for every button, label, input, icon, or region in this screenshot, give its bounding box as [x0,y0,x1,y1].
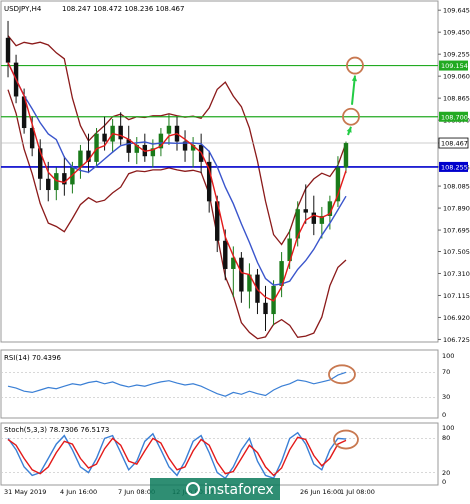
stoch-scale-100: 100 [442,424,454,432]
price-tick-label: 107.505 [443,248,470,256]
rsi-scale-100: 100 [442,352,454,360]
candle-body [239,257,244,292]
time-tick-label: 7 Jun 08:00 [118,488,155,496]
candle-body [78,150,83,168]
rsi-panel [0,349,439,419]
level-tag-label: 109.154 [441,62,468,70]
price-tick-label: 107.890 [443,205,470,213]
price-tick-label: 109.060 [443,73,470,81]
watermark: instaforex [150,478,280,500]
rsi-scale-0: 0 [442,411,446,419]
stoch-scale-0: 0 [442,478,446,486]
candle-body [303,209,308,213]
candle-body [263,302,268,315]
watermark-text: instaforex [204,482,274,498]
rsi-scale-30: 30 [442,393,450,401]
chart-svg: 109.645109.450109.255109.060108.865108.6… [0,0,470,500]
stoch-scale-80: 80 [442,434,450,442]
time-tick-label: 4 Jun 16:00 [60,488,97,496]
price-tick-label: 109.450 [443,29,470,37]
ohlc-label: 108.247 108.472 108.236 108.467 [62,5,184,13]
symbol-label: USDJPY,H4 [4,5,42,13]
price-tick-label: 107.310 [443,270,470,278]
time-tick-label: 1 Jul 08:00 [340,488,375,496]
price-tick-label: 108.865 [443,95,470,103]
price-tick-label: 109.255 [443,51,470,59]
candle-body [118,125,123,140]
chart-root: 109.645109.450109.255109.060108.865108.6… [0,0,470,500]
price-tick-label: 106.920 [443,314,470,322]
stoch-label: Stoch(5,3,3) 78.7306 76.5173 [4,426,109,434]
current-price-label: 108.467 [441,140,468,148]
level-tag-label: 108.700 [441,113,468,121]
candle-body [46,178,51,191]
stoch-scale-20: 20 [442,469,450,477]
price-tick-label: 109.645 [443,7,470,15]
candle-body [311,212,317,224]
price-axis-ticks: 109.645109.450109.255109.060108.865108.6… [438,7,470,344]
candle-body [5,37,11,63]
time-tick-label: 26 Jun 16:00 [300,488,341,496]
price-tick-label: 107.115 [443,292,470,300]
rsi-scale-70: 70 [442,368,450,376]
time-tick-label: 31 May 2019 [4,488,46,496]
candle-body [102,133,107,142]
candle-body [166,125,172,134]
price-tick-label: 107.695 [443,227,470,235]
price-tick-label: 106.725 [443,336,470,344]
price-tick-label: 108.085 [443,183,470,191]
candle-body [343,143,349,168]
candle-body [223,240,228,269]
rsi-label: RSI(14) 70.4396 [4,354,61,362]
level-tag-label: 108.255 [441,163,468,171]
